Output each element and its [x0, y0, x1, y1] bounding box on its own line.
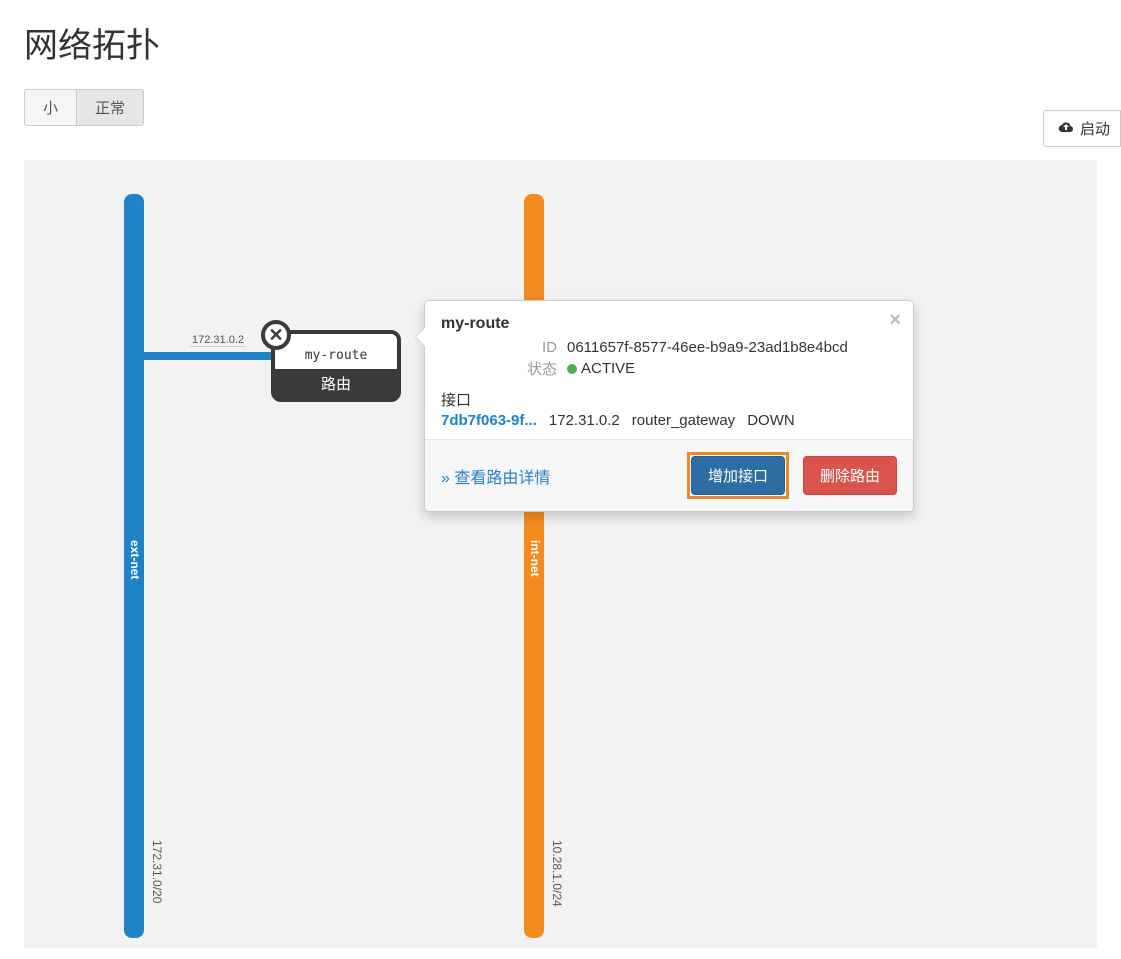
router-name: my-route [275, 334, 397, 369]
network-label-int: int-net [528, 540, 542, 577]
id-label: ID [441, 339, 557, 356]
page-title: 网络拓扑 [24, 18, 1097, 67]
popover-title: my-route [441, 315, 897, 333]
cloud-upload-icon [1058, 120, 1074, 138]
close-icon[interactable]: × [889, 309, 901, 332]
size-small-button[interactable]: 小 [25, 90, 76, 125]
interface-row: 7db7f063-9f... 172.31.0.2 router_gateway… [441, 412, 897, 429]
view-router-detail-link[interactable]: » 查看路由详情 [441, 464, 550, 488]
status-value: ACTIVE [567, 360, 635, 377]
interface-ip: 172.31.0.2 [549, 412, 620, 429]
add-interface-button[interactable]: 增加接口 [691, 456, 785, 495]
size-toggle-group: 小 正常 [24, 89, 144, 126]
launch-instance-button[interactable]: 启动 [1043, 110, 1121, 147]
launch-label: 启动 [1080, 118, 1110, 139]
id-value: 0611657f-8577-46ee-b9a9-23ad1b8e4bcd [567, 339, 848, 356]
add-interface-highlight: 增加接口 [687, 452, 789, 499]
interface-type: router_gateway [632, 412, 735, 429]
router-popover: × my-route ID 0611657f-8577-46ee-b9a9-23… [424, 300, 914, 512]
status-dot-icon [567, 364, 577, 374]
router-ext-connector [142, 352, 272, 360]
router-node[interactable]: ✕ my-route 路由 [271, 330, 401, 402]
size-normal-button[interactable]: 正常 [76, 90, 143, 125]
interfaces-heading: 接口 [441, 389, 897, 410]
network-cidr-ext: 172.31.0/20 [150, 840, 164, 903]
topology-canvas[interactable]: ext-net 172.31.0/20 int-net 10.28.1.0/24… [24, 160, 1097, 948]
status-label: 状态 [441, 358, 557, 379]
network-cidr-int: 10.28.1.0/24 [550, 840, 564, 907]
network-label-ext: ext-net [128, 540, 142, 579]
router-caption: 路由 [275, 369, 397, 398]
connector-ip-label: 172.31.0.2 [190, 334, 246, 347]
interface-state: DOWN [747, 412, 795, 429]
toolbar: 小 正常 [24, 89, 1097, 126]
interface-id-link[interactable]: 7db7f063-9f... [441, 412, 537, 429]
router-icon: ✕ [261, 320, 291, 350]
delete-router-button[interactable]: 删除路由 [803, 456, 897, 495]
